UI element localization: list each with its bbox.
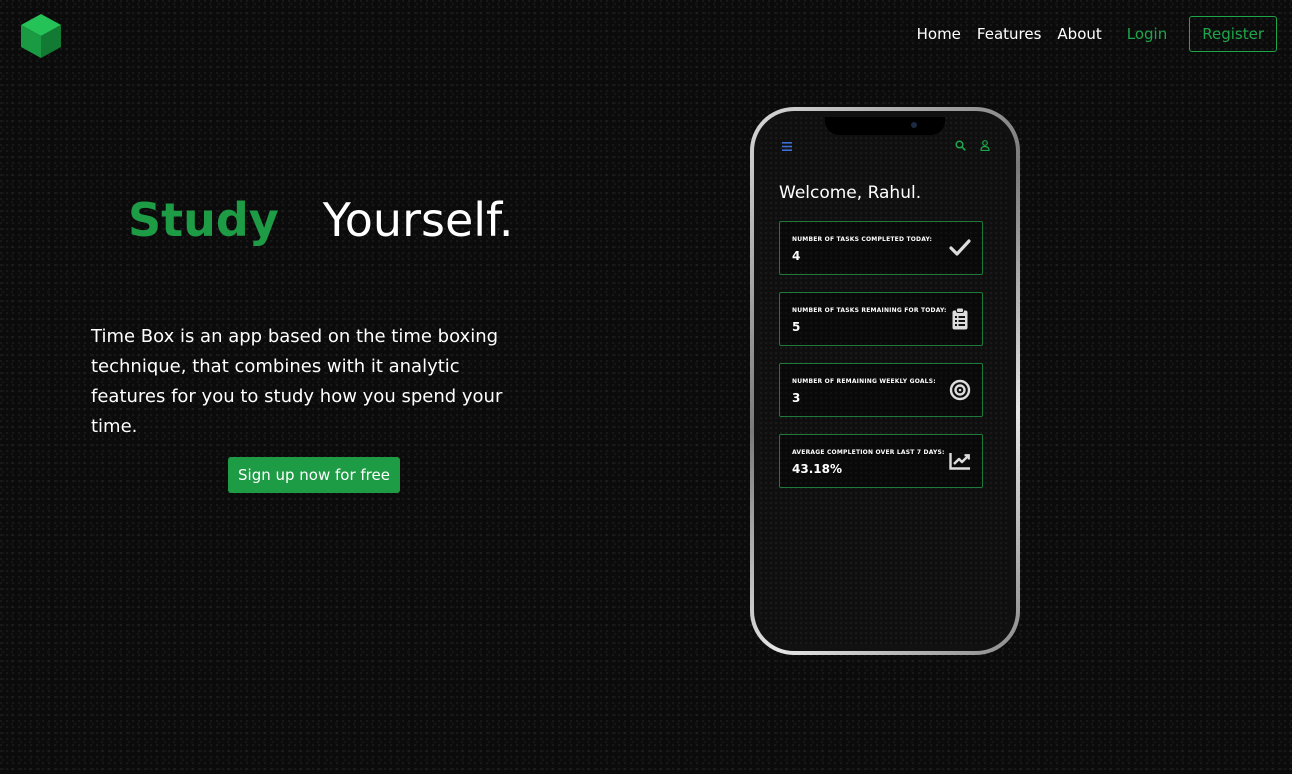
register-button[interactable]: Register (1189, 16, 1277, 52)
welcome-message: Welcome, Rahul. (779, 183, 922, 203)
hero-title-green: Study (128, 193, 279, 247)
target-icon (949, 379, 971, 401)
hero-description: Time Box is an app based on the time box… (91, 326, 503, 437)
check-icon (949, 239, 971, 256)
card-label: NUMBER OF TASKS REMAINING FOR TODAY: (792, 307, 947, 314)
stat-card-completed: NUMBER OF TASKS COMPLETED TODAY: 4 (779, 221, 983, 275)
phone-notch (825, 117, 945, 135)
nav-home-link[interactable]: Home (917, 25, 961, 43)
hero-title: Study Yourself. (128, 193, 514, 247)
card-value: 3 (792, 391, 801, 405)
stat-card-remaining: NUMBER OF TASKS REMAINING FOR TODAY: 5 (779, 292, 983, 346)
card-value: 5 (792, 320, 801, 334)
search-icon[interactable] (955, 140, 966, 151)
card-value: 43.18% (792, 462, 842, 476)
login-link[interactable]: Login (1127, 25, 1167, 43)
user-icon[interactable] (980, 140, 990, 151)
hero-title-white: Yourself. (322, 193, 514, 247)
phone-body: Welcome, Rahul. NUMBER OF TASKS COMPLETE… (754, 111, 1016, 651)
nav-about-link[interactable]: About (1057, 25, 1101, 43)
stat-card-average-completion: AVERAGE COMPLETION OVER LAST 7 DAYS: 43.… (779, 434, 983, 488)
hamburger-menu-icon[interactable] (782, 142, 792, 151)
nav-features-link[interactable]: Features (977, 25, 1042, 43)
card-value: 4 (792, 249, 801, 263)
clipboard-icon (952, 308, 968, 330)
card-label: NUMBER OF REMAINING WEEKLY GOALS: (792, 378, 936, 385)
camera-icon (911, 122, 917, 128)
card-label: NUMBER OF TASKS COMPLETED TODAY: (792, 236, 933, 243)
top-nav: Home Features About Login Register (917, 16, 1277, 52)
phone-screen: Welcome, Rahul. NUMBER OF TASKS COMPLETE… (760, 117, 1010, 645)
signup-button[interactable]: Sign up now for free (228, 457, 400, 493)
cube-logo-icon[interactable] (20, 13, 62, 59)
phone-mockup: Welcome, Rahul. NUMBER OF TASKS COMPLETE… (750, 107, 1020, 655)
stat-card-weekly-goals: NUMBER OF REMAINING WEEKLY GOALS: 3 (779, 363, 983, 417)
chart-line-icon (949, 453, 970, 470)
card-label: AVERAGE COMPLETION OVER LAST 7 DAYS: (792, 449, 945, 456)
